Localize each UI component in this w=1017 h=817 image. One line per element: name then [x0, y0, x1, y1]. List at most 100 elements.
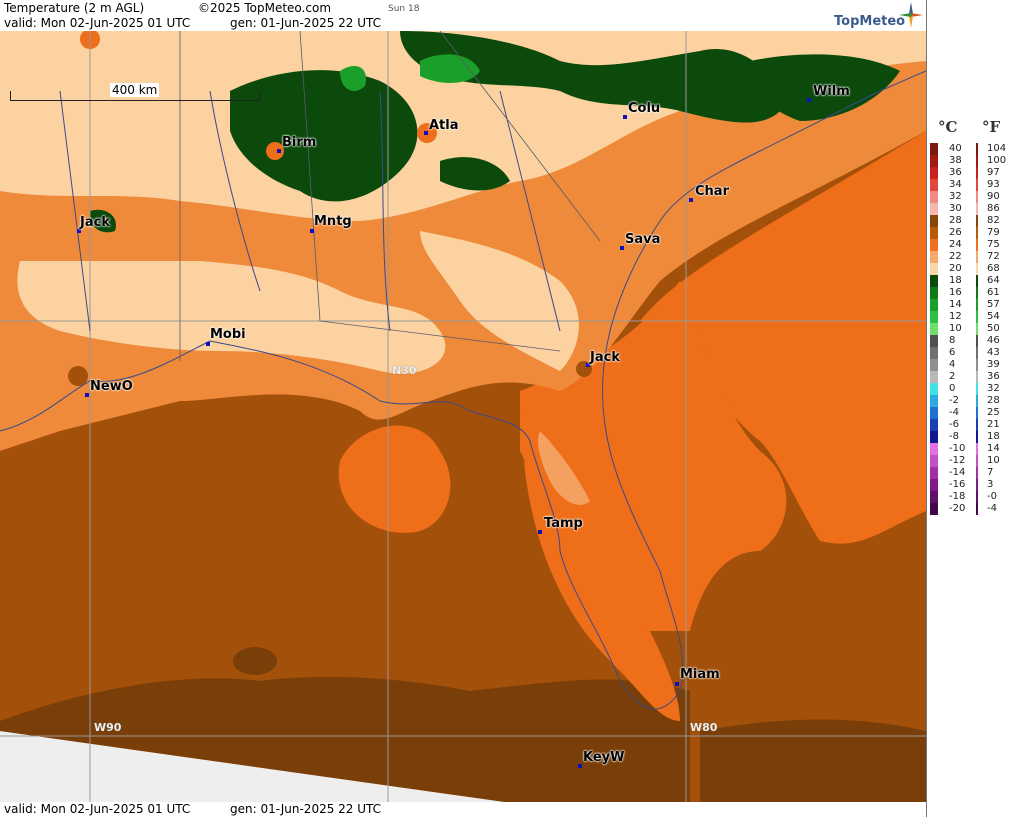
legend-color-swatch: [930, 203, 938, 215]
lon-label-w80: W80: [690, 721, 718, 734]
legend-color-swatch: [930, 383, 938, 395]
legend-celsius-value: -8: [949, 431, 959, 442]
legend-fahrenheit-tick: [976, 479, 978, 491]
city-label-jack-fl: Jack: [590, 350, 620, 365]
city-marker: [206, 342, 210, 346]
legend-color-swatch: [930, 503, 938, 515]
legend-fahrenheit-value: 7: [987, 467, 994, 478]
legend-fahrenheit-value: 32: [987, 383, 1000, 394]
legend-row: -4 25: [930, 407, 1016, 419]
legend-row: 6 43: [930, 347, 1016, 359]
legend-color-swatch: [930, 227, 938, 239]
legend-row: -16 3: [930, 479, 1016, 491]
legend-color-swatch: [930, 323, 938, 335]
legend-fahrenheit-value: 104: [987, 143, 1007, 154]
city-label-tamp: Tamp: [544, 516, 583, 531]
city-label-sava: Sava: [625, 232, 661, 247]
legend-row: 10 50: [930, 323, 1016, 335]
legend-fahrenheit-tick: [976, 395, 978, 407]
city-label-wilm: Wilm: [813, 84, 850, 99]
legend-celsius-value: 0: [949, 383, 956, 394]
city-label-char: Char: [695, 184, 729, 199]
copyright-text: ©2025 TopMeteo.com: [198, 1, 332, 15]
legend-fahrenheit-tick: [976, 407, 978, 419]
legend-fahrenheit-value: 54: [987, 311, 1000, 322]
legend-fahrenheit-tick: [976, 287, 978, 299]
city-marker: [620, 246, 624, 250]
legend-celsius-value: -4: [949, 407, 959, 418]
legend-fahrenheit-value: 75: [987, 239, 1000, 250]
legend-row: -8 18: [930, 431, 1016, 443]
legend-color-swatch: [930, 179, 938, 191]
legend-fahrenheit-tick: [976, 155, 978, 167]
legend-fahrenheit-tick: [976, 491, 978, 503]
legend-row: 40 104: [930, 143, 1016, 155]
legend-color-swatch: [930, 143, 938, 155]
legend-color-swatch: [930, 431, 938, 443]
legend-row: 24 75: [930, 239, 1016, 251]
legend-fahrenheit-tick: [976, 299, 978, 311]
legend-fahrenheit-value: -4: [987, 503, 997, 514]
city-label-atla: Atla: [429, 118, 459, 133]
legend-celsius-value: 36: [949, 167, 962, 178]
legend-row: 2 36: [930, 371, 1016, 383]
scale-label: 400 km: [110, 83, 160, 97]
city-label-miam: Miam: [680, 667, 720, 682]
city-label-colu: Colu: [628, 101, 661, 116]
legend-celsius-value: 20: [949, 263, 962, 274]
legend-fahrenheit-value: 72: [987, 251, 1000, 262]
legend-fahrenheit-value: 82: [987, 215, 1000, 226]
legend-fahrenheit-tick: [976, 467, 978, 479]
legend-row: 28 82: [930, 215, 1016, 227]
legend-celsius-value: -16: [949, 479, 966, 490]
legend-celsius-value: 8: [949, 335, 956, 346]
map-header: Temperature (2 m AGL) ©2025 TopMeteo.com…: [0, 0, 926, 31]
legend-fahrenheit-value: 50: [987, 323, 1000, 334]
legend-row: 30 86: [930, 203, 1016, 215]
legend-row: 0 32: [930, 383, 1016, 395]
legend-celsius-value: 30: [949, 203, 962, 214]
legend-fahrenheit-tick: [976, 455, 978, 467]
legend-color-swatch: [930, 395, 938, 407]
legend-fahrenheit-value: -0: [987, 491, 997, 502]
legend-fahrenheit-value: 28: [987, 395, 1000, 406]
legend-row: 18 64: [930, 275, 1016, 287]
legend-color-swatch: [930, 419, 938, 431]
legend-row: -14 7: [930, 467, 1016, 479]
legend-celsius-value: -14: [949, 467, 966, 478]
legend-row: -20 -4: [930, 503, 1016, 515]
legend-color-swatch: [930, 491, 938, 503]
legend-color-swatch: [930, 467, 938, 479]
legend-celsius-value: 40: [949, 143, 962, 154]
legend-fahrenheit-tick: [976, 371, 978, 383]
legend-fahrenheit-tick: [976, 359, 978, 371]
legend-fahrenheit-tick: [976, 311, 978, 323]
legend-fahrenheit-value: 10: [987, 455, 1000, 466]
legend-color-swatch: [930, 359, 938, 371]
legend-fahrenheit-value: 18: [987, 431, 1000, 442]
legend-row: 20 68: [930, 263, 1016, 275]
legend-fahrenheit-tick: [976, 419, 978, 431]
legend-color-swatch: [930, 155, 938, 167]
legend-row: -18 -0: [930, 491, 1016, 503]
legend-fahrenheit-value: 86: [987, 203, 1000, 214]
legend-celsius-value: -6: [949, 419, 959, 430]
map-footer: valid: Mon 02-Jun-2025 01 UTC gen: 01-Ju…: [0, 802, 926, 817]
city-label-mntg: Mntg: [314, 214, 352, 229]
city-marker: [277, 149, 281, 153]
legend-fahrenheit-value: 43: [987, 347, 1000, 358]
legend-row: 16 61: [930, 287, 1016, 299]
city-label-birm: Birm: [282, 135, 317, 150]
legend-row: -12 10: [930, 455, 1016, 467]
legend-celsius-value: -12: [949, 455, 966, 466]
legend-fahrenheit-tick: [976, 179, 978, 191]
map-title: Temperature (2 m AGL): [4, 1, 145, 15]
legend-fahrenheit-value: 3: [987, 479, 994, 490]
legend-fahrenheit-tick: [976, 347, 978, 359]
legend-color-swatch: [930, 239, 938, 251]
legend-row: 36 97: [930, 167, 1016, 179]
temperature-map[interactable]: 400 km N30 W90 W80 Birm Atla Colu Wilm J…: [0, 31, 926, 802]
legend-color-swatch: [930, 371, 938, 383]
legend-celsius-value: 28: [949, 215, 962, 226]
legend-fahrenheit-value: 46: [987, 335, 1000, 346]
